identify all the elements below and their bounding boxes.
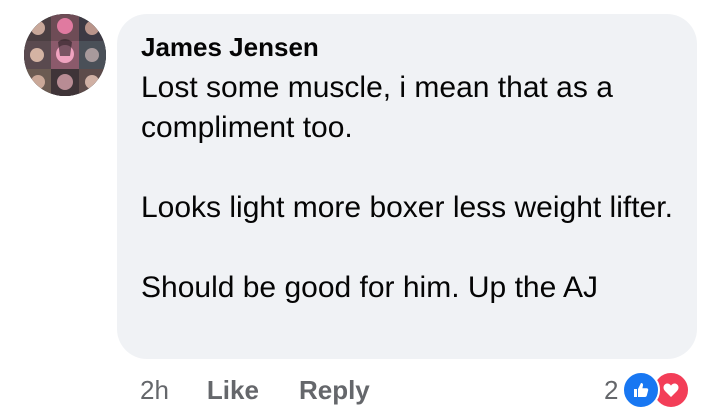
- comment-paragraph: Should be good for him. Up the AJ: [141, 271, 598, 304]
- comment-bubble: James Jensen Lost some muscle, i mean th…: [117, 14, 697, 359]
- comment-paragraph: Looks light more boxer less weight lifte…: [141, 191, 673, 224]
- author-name[interactable]: James Jensen: [141, 32, 673, 62]
- reply-button[interactable]: Reply: [299, 375, 370, 406]
- heart-icon: [663, 383, 679, 397]
- reactions-summary[interactable]: 2: [604, 370, 691, 410]
- like-button[interactable]: Like: [207, 375, 259, 406]
- comment-text: Lost some muscle, i mean that as a compl…: [141, 68, 673, 308]
- comment: James Jensen Lost some muscle, i mean th…: [0, 0, 720, 418]
- reaction-count: 2: [604, 374, 619, 405]
- comment-paragraph: Lost some muscle, i mean that as a compl…: [141, 71, 613, 144]
- thumbs-up-icon: [634, 383, 649, 397]
- timestamp-link[interactable]: 2h: [140, 375, 169, 406]
- comment-actions: 2h Like Reply: [140, 372, 410, 408]
- avatar[interactable]: [24, 14, 106, 96]
- like-reaction-icon: [622, 371, 661, 409]
- profile-photo-collage-icon: [24, 14, 106, 96]
